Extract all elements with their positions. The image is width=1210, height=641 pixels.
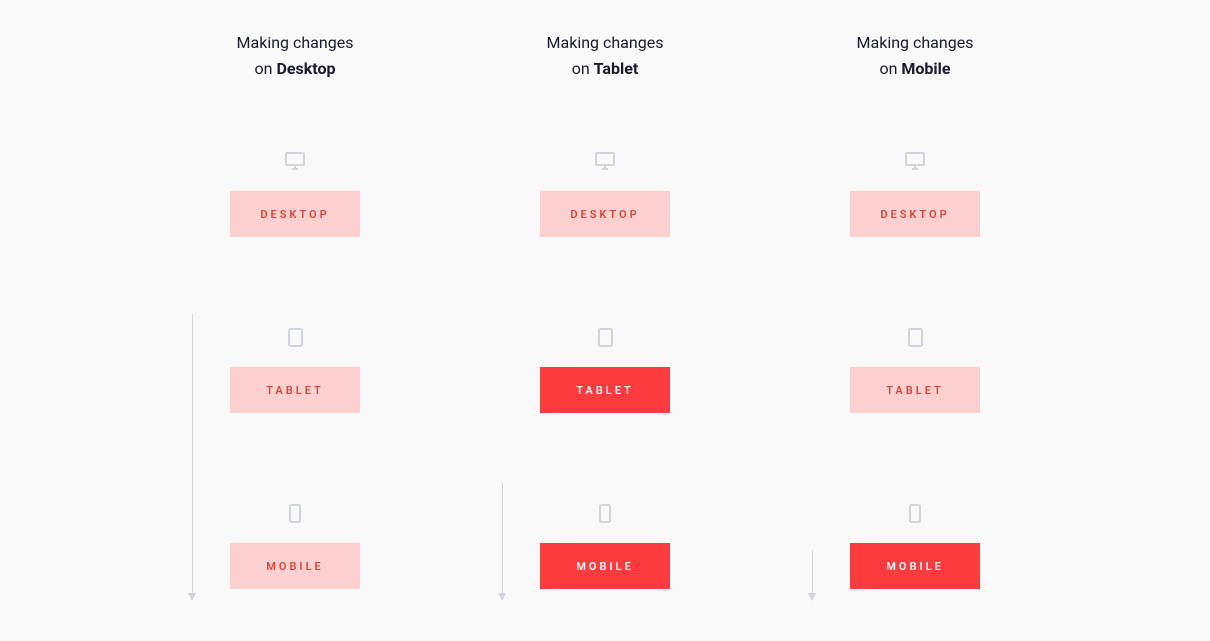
block-mobile: MOBILE [230, 503, 360, 589]
cascade-arrow [192, 314, 193, 600]
column-heading: Making changes on Tablet [547, 30, 664, 81]
tablet-icon [288, 327, 303, 347]
cascade-arrow [502, 483, 503, 600]
column-heading: Making changes on Mobile [857, 30, 974, 81]
mobile-icon [289, 503, 301, 523]
chip-mobile: MOBILE [540, 543, 670, 589]
heading-line1: Making changes [237, 30, 354, 56]
chip-desktop: DESKTOP [540, 191, 670, 237]
column-desktop: Making changes on Desktop DESKTOP TABLET… [230, 30, 360, 589]
heading-line2: on Desktop [237, 56, 354, 82]
block-mobile: MOBILE [540, 503, 670, 589]
chip-desktop: DESKTOP [850, 191, 980, 237]
heading-line2: on Mobile [857, 56, 974, 82]
chip-tablet: TABLET [230, 367, 360, 413]
desktop-icon [595, 151, 615, 171]
mobile-icon [909, 503, 921, 523]
block-desktop: DESKTOP [230, 151, 360, 237]
desktop-icon [285, 151, 305, 171]
desktop-icon [905, 151, 925, 171]
chip-mobile: MOBILE [850, 543, 980, 589]
block-tablet: TABLET [230, 327, 360, 413]
heading-line1: Making changes [857, 30, 974, 56]
chip-desktop: DESKTOP [230, 191, 360, 237]
column-tablet: Making changes on Tablet DESKTOP TABLET … [540, 30, 670, 589]
chip-tablet: TABLET [540, 367, 670, 413]
chip-tablet: TABLET [850, 367, 980, 413]
column-mobile: Making changes on Mobile DESKTOP TABLET … [850, 30, 980, 589]
tablet-icon [598, 327, 613, 347]
block-tablet: TABLET [540, 327, 670, 413]
block-mobile: MOBILE [850, 503, 980, 589]
cascade-arrow [812, 550, 813, 600]
block-desktop: DESKTOP [850, 151, 980, 237]
block-tablet: TABLET [850, 327, 980, 413]
diagram-container: Making changes on Desktop DESKTOP TABLET… [0, 30, 1210, 589]
block-desktop: DESKTOP [540, 151, 670, 237]
tablet-icon [908, 327, 923, 347]
chip-mobile: MOBILE [230, 543, 360, 589]
heading-line2: on Tablet [547, 56, 664, 82]
heading-line1: Making changes [547, 30, 664, 56]
column-heading: Making changes on Desktop [237, 30, 354, 81]
mobile-icon [599, 503, 611, 523]
